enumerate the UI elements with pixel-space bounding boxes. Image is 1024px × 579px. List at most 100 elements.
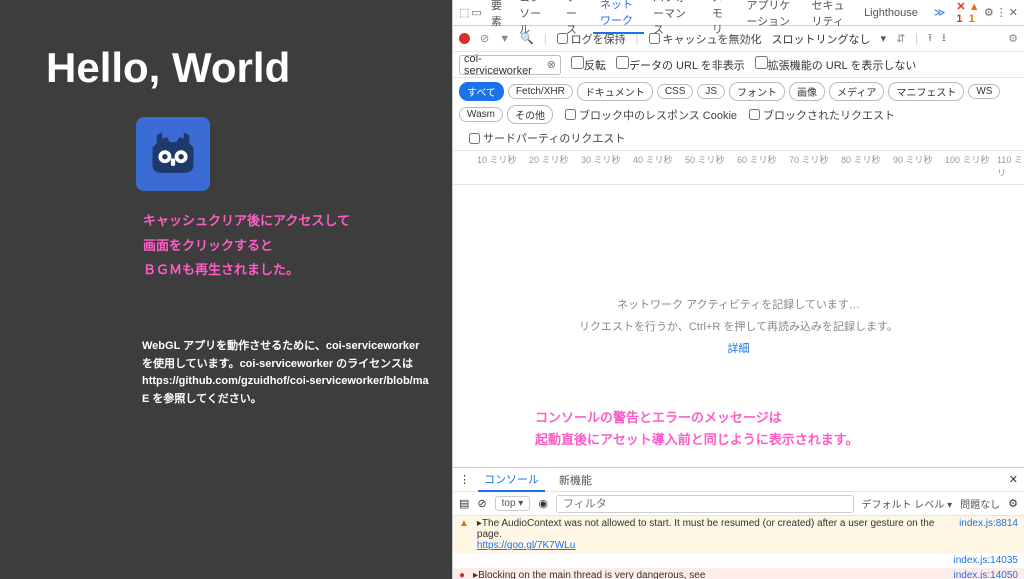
- lic-line: を使用しています。coi-serviceworker のライセンスは: [142, 356, 452, 374]
- lic-line: WebGL アプリを動作させるために、coi-serviceworker: [142, 338, 452, 356]
- license-text: WebGL アプリを動作させるために、coi-serviceworker を使用…: [142, 338, 452, 408]
- console-error[interactable]: ● ▸Blocking on the main thread is very d…: [453, 568, 1024, 579]
- anno-line: 起動直後にアセット導入前と同じように表示されます。: [535, 429, 858, 451]
- filter-media[interactable]: メディア: [829, 82, 884, 101]
- devtools-tabs: ⬚ ▭ 要素 コンソール ソース ネットワーク パフォーマンス メモリ アプリケ…: [453, 0, 1024, 26]
- tabs-more[interactable]: ≫: [927, 2, 953, 23]
- filter-manifest[interactable]: マニフェスト: [888, 82, 964, 101]
- gear-icon[interactable]: ⚙: [1008, 32, 1018, 45]
- msg-source[interactable]: index.js:14050: [954, 570, 1019, 579]
- filter-doc[interactable]: ドキュメント: [577, 82, 653, 101]
- warning-badge[interactable]: ▲ 1: [969, 1, 980, 25]
- close-icon[interactable]: ✕: [1009, 473, 1018, 486]
- tick: 60 ミリ秒: [737, 153, 777, 166]
- blocked-cookies-checkbox[interactable]: ブロック中のレスポンス Cookie: [565, 107, 737, 123]
- warning-icon: ▲: [459, 518, 469, 529]
- level-select[interactable]: デフォルト レベル ▾: [862, 496, 953, 511]
- upload-icon[interactable]: ⭱: [928, 29, 932, 48]
- error-icon: ●: [459, 570, 465, 579]
- kebab-icon[interactable]: ⋮: [996, 6, 1007, 19]
- filter-toggle[interactable]: ▼: [499, 33, 510, 45]
- gear-icon[interactable]: ⚙: [1008, 497, 1018, 510]
- preserve-log-checkbox[interactable]: ログを保持: [557, 31, 626, 47]
- empty-details-link[interactable]: 詳細: [728, 340, 750, 356]
- issues-chip[interactable]: 問題なし: [960, 496, 1000, 511]
- network-filter-row: coi-serviceworker ⊗ 反転 データの URL を非表示 拡張機…: [453, 52, 1024, 78]
- console-line: index.js:14035: [453, 553, 1024, 568]
- wifi-icon[interactable]: ⇵: [896, 32, 905, 45]
- empty-recording: ネットワーク アクティビティを記録しています…: [617, 296, 860, 312]
- drawer-tab-console[interactable]: コンソール: [478, 468, 545, 492]
- clear-button[interactable]: ⊘: [480, 32, 489, 45]
- blocked-requests-checkbox[interactable]: ブロックされたリクエスト: [749, 107, 895, 123]
- chevron-down-icon[interactable]: ▾: [881, 32, 887, 45]
- third-party-checkbox[interactable]: サードパーティのリクエスト: [469, 130, 1018, 146]
- msg-body: ▸Blocking on the main thread is very dan…: [473, 570, 705, 579]
- disable-cache-checkbox[interactable]: キャッシュを無効化: [649, 31, 762, 47]
- filter-fetch[interactable]: Fetch/XHR: [508, 84, 573, 99]
- tick: 90 ミリ秒: [893, 153, 933, 166]
- console-warning[interactable]: ▲ ▸The AudioContext was not allowed to s…: [453, 516, 1024, 553]
- filter-input[interactable]: coi-serviceworker ⊗: [459, 55, 561, 75]
- anno-line: コンソールの警告とエラーのメッセージは: [535, 407, 858, 429]
- note-line: 画面をクリックすると: [143, 234, 350, 259]
- tick: 50 ミリ秒: [685, 153, 725, 166]
- tick: 10 ミリ秒: [477, 153, 517, 166]
- hide-ext-url-checkbox[interactable]: 拡張機能の URL を表示しない: [755, 56, 917, 73]
- tick: 30 ミリ秒: [581, 153, 621, 166]
- network-empty-state: ネットワーク アクティビティを記録しています… リクエストを行うか、Ctrl+R…: [453, 185, 1024, 467]
- tick: 110 ミリ: [997, 153, 1024, 179]
- lic-line: https://github.com/gzuidhof/coi-servicew…: [142, 373, 452, 391]
- tick: 40 ミリ秒: [633, 153, 673, 166]
- msg-body: ▸The AudioContext was not allowed to sta…: [477, 518, 934, 540]
- console-filter-input[interactable]: [556, 495, 854, 513]
- msg-source[interactable]: index.js:14035: [954, 555, 1019, 566]
- kebab-icon[interactable]: ⋮: [459, 473, 470, 486]
- app-logo: [136, 117, 210, 191]
- filter-wasm[interactable]: Wasm: [459, 107, 503, 122]
- filter-css[interactable]: CSS: [657, 84, 694, 99]
- empty-hint: リクエストを行うか、Ctrl+R を押して再読み込みを記録します。: [579, 318, 898, 334]
- sidebar-toggle-icon[interactable]: ▤: [459, 497, 469, 510]
- annotation-left: キャッシュクリア後にアクセスして 画面をクリックすると ＢＧＭも再生されました。: [143, 209, 350, 283]
- lic-line: E を参照してください。: [142, 391, 452, 409]
- network-toolbar: ⊘ ▼ 🔍 | ログを保持 | キャッシュを無効化 スロットリングなし ▾ ⇵ …: [453, 26, 1024, 52]
- drawer-tab-whats-new[interactable]: 新機能: [553, 469, 598, 491]
- page-title: Hello, World: [46, 44, 290, 92]
- network-type-filters: すべて Fetch/XHR ドキュメント CSS JS フォント 画像 メディア…: [453, 78, 1024, 151]
- throttling-select[interactable]: スロットリングなし: [772, 31, 871, 47]
- note-line: ＢＧＭも再生されました。: [143, 258, 350, 283]
- search-icon[interactable]: 🔍: [520, 32, 534, 45]
- close-icon[interactable]: ✕: [1009, 6, 1018, 19]
- network-timeline[interactable]: 10 ミリ秒 20 ミリ秒 30 ミリ秒 40 ミリ秒 50 ミリ秒 60 ミリ…: [453, 151, 1024, 185]
- console-drawer: ⋮ コンソール 新機能 ✕ ▤ ⊘ top ▾ ◉ デフォルト レベル ▾ 問題…: [453, 467, 1024, 579]
- tick: 80 ミリ秒: [841, 153, 881, 166]
- download-icon[interactable]: ⭳: [942, 29, 946, 48]
- gear-icon[interactable]: ⚙: [984, 6, 994, 19]
- record-button[interactable]: [459, 33, 470, 44]
- tick: 20 ミリ秒: [529, 153, 569, 166]
- inspect-icon[interactable]: ⬚: [459, 6, 469, 19]
- tick: 100 ミリ秒: [945, 153, 990, 166]
- filter-img[interactable]: 画像: [789, 82, 825, 101]
- filter-font[interactable]: フォント: [729, 82, 785, 101]
- error-badge[interactable]: ✕ 1: [956, 0, 966, 25]
- hide-data-url-checkbox[interactable]: データの URL を非表示: [616, 56, 745, 73]
- msg-link[interactable]: https://goo.gl/7K7WLu: [477, 540, 575, 551]
- msg-source[interactable]: index.js:8814: [959, 518, 1018, 529]
- context-select[interactable]: top ▾: [495, 496, 531, 511]
- clear-console-icon[interactable]: ⊘: [477, 497, 486, 510]
- note-line: キャッシュクリア後にアクセスして: [143, 209, 350, 234]
- filter-all[interactable]: すべて: [459, 82, 504, 101]
- eye-icon[interactable]: ◉: [538, 497, 548, 510]
- clear-filter-icon[interactable]: ⊗: [547, 58, 556, 71]
- filter-other[interactable]: その他: [507, 105, 553, 124]
- invert-checkbox[interactable]: 反転: [571, 56, 606, 73]
- filter-ws[interactable]: WS: [968, 84, 1000, 99]
- tick: 70 ミリ秒: [789, 153, 829, 166]
- annotation-right: コンソールの警告とエラーのメッセージは 起動直後にアセット導入前と同じように表示…: [535, 407, 858, 451]
- godot-icon: [146, 127, 200, 181]
- filter-js[interactable]: JS: [697, 84, 725, 99]
- device-icon[interactable]: ▭: [471, 6, 481, 19]
- tab-lighthouse[interactable]: Lighthouse: [857, 3, 925, 23]
